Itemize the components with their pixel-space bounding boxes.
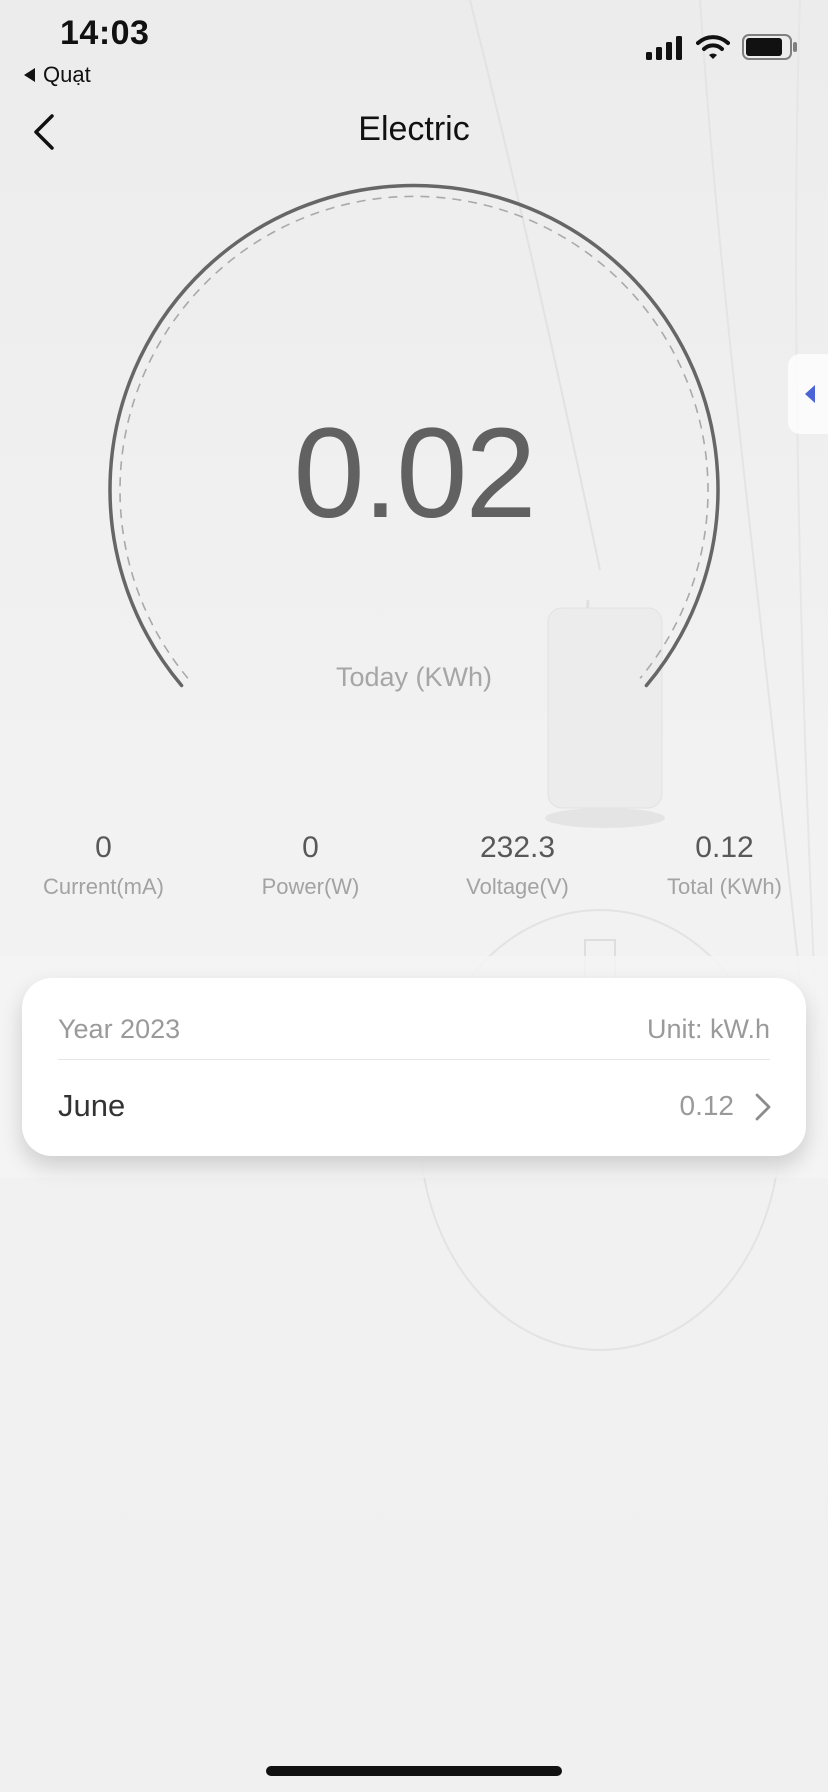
metric-value: 0.12 — [695, 831, 754, 864]
metric-label: Total (KWh) — [667, 874, 782, 899]
metric-power: 0 Power(W) — [207, 828, 414, 900]
month-label: June — [58, 1088, 126, 1123]
month-row-june[interactable]: June 0.12 — [22, 1060, 806, 1156]
home-indicator[interactable] — [266, 1766, 562, 1776]
metric-label: Current(mA) — [42, 874, 164, 899]
metric-total: 0.12 Total (KWh) — [621, 828, 828, 900]
metrics-row: 0 Current(mA) 0 Power(W) 232.3 Voltage(V… — [0, 828, 828, 900]
today-energy-value: 0.02 — [293, 402, 536, 545]
energy-gauge — [108, 183, 720, 688]
card-unit: Unit: kW.h — [646, 1014, 770, 1044]
electric-screen: 14:03 Quạt Electric 0.02 Today (KWh) 0 C… — [0, 0, 828, 1792]
arrow-left-icon — [805, 385, 815, 403]
metric-value: 0 — [95, 831, 112, 864]
card-year: Year 2023 — [58, 1014, 181, 1044]
metric-value: 0 — [302, 831, 319, 864]
metric-label: Power(W) — [261, 874, 360, 899]
chevron-right-icon — [755, 1093, 771, 1121]
side-drawer-handle[interactable] — [788, 354, 828, 434]
metric-voltage: 232.3 Voltage(V) — [414, 828, 621, 900]
month-value: 0.12 — [679, 1090, 735, 1121]
metric-label: Voltage(V) — [466, 874, 569, 899]
metric-value: 232.3 — [479, 831, 556, 864]
today-energy-label: Today (KWh) — [335, 662, 493, 692]
metric-current: 0 Current(mA) — [0, 828, 207, 900]
monthly-usage-card: Year 2023 Unit: kW.h June 0.12 — [22, 978, 806, 1156]
